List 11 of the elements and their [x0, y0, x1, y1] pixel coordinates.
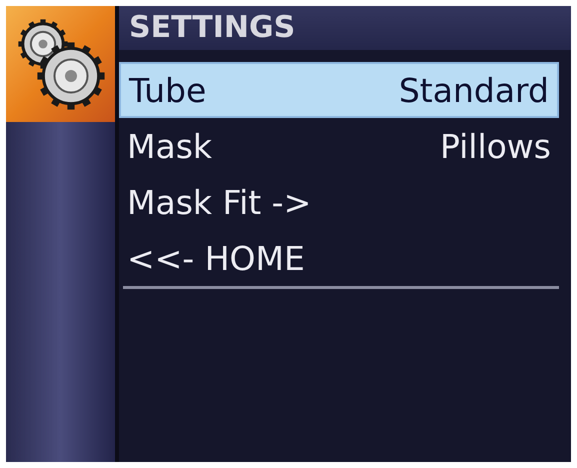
item-value: Pillows — [440, 130, 551, 162]
item-value: Standard — [398, 74, 549, 106]
item-label: <<- HOME — [127, 242, 305, 274]
screen-title: SETTINGS — [129, 13, 296, 43]
menu-item[interactable]: Tube Standard — [119, 62, 559, 118]
menu-item[interactable]: Mask Fit -> — [119, 174, 559, 230]
menu-item[interactable]: Mask Pillows — [119, 118, 559, 174]
item-label: Mask — [127, 130, 212, 162]
menu-item[interactable]: <<- HOME — [119, 230, 559, 286]
item-label: Tube — [129, 74, 206, 106]
item-label: Mask Fit -> — [127, 186, 312, 218]
